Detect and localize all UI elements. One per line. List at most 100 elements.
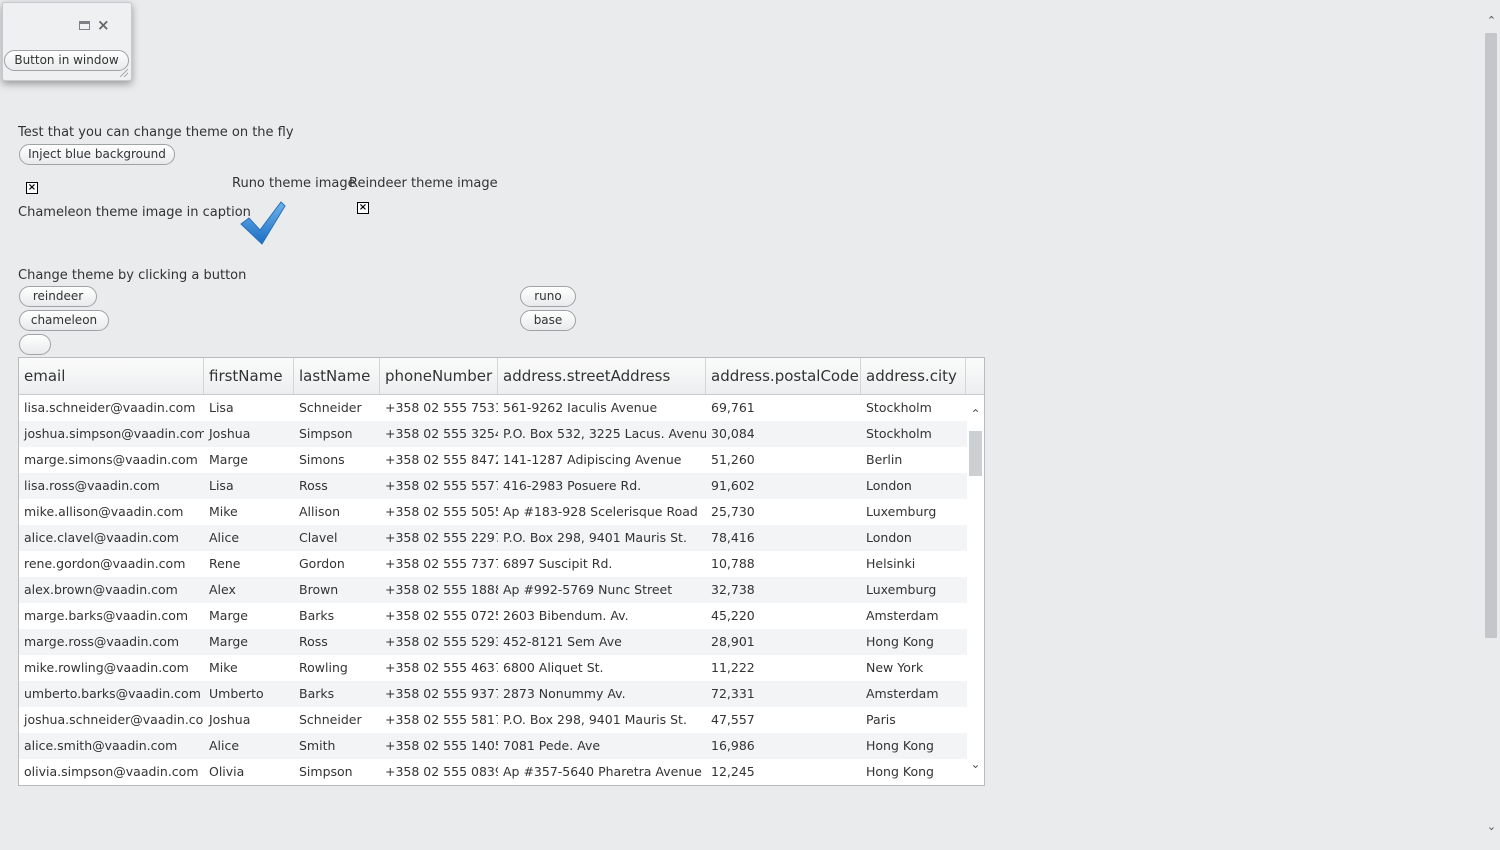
table-row[interactable]: joshua.schneider@vaadin.com Joshua Schneid…: [19, 707, 967, 733]
table-row[interactable]: umberto.barks@vaadin.com Umberto Barks +358…: [19, 681, 967, 707]
table-cell: Gordon: [299, 556, 345, 571]
table-cell: +358 02 555 7377: [385, 556, 498, 571]
column-header[interactable]: address.streetAddress: [498, 358, 706, 394]
table-body: lisa.schneider@vaadin.com Lisa Schneider +3…: [19, 395, 967, 785]
base-theme-button[interactable]: base: [520, 310, 576, 331]
reindeer-theme-button[interactable]: reindeer: [19, 286, 97, 307]
column-header[interactable]: firstName: [204, 358, 294, 394]
table-cell: alice.smith@vaadin.com: [24, 738, 178, 753]
table-cell: Clavel: [299, 530, 338, 545]
table-cell: Marge: [209, 634, 248, 649]
table-cell: Marge: [209, 452, 248, 467]
maximize-icon[interactable]: [79, 21, 90, 30]
table-cell: Alice: [209, 530, 240, 545]
table-cell: Alex: [209, 582, 236, 597]
column-header[interactable]: address.postalCode: [706, 358, 861, 394]
table-cell: Hong Kong: [866, 634, 934, 649]
reindeer-image-caption: Reindeer theme image: [349, 176, 498, 191]
table-row[interactable]: alice.clavel@vaadin.com Alice Clavel +358 0…: [19, 525, 967, 551]
table-cell: 10,788: [711, 556, 755, 571]
table-cell: +358 02 555 7531: [385, 400, 498, 415]
table-row[interactable]: marge.barks@vaadin.com Marge Barks +358 02 …: [19, 603, 967, 629]
table-cell: Allison: [299, 504, 341, 519]
table-cell: umberto.barks@vaadin.com: [24, 686, 201, 701]
inject-blue-background-button[interactable]: Inject blue background: [19, 144, 175, 165]
page-scrollbar-thumb[interactable]: [1485, 33, 1497, 638]
column-header[interactable]: email: [19, 358, 204, 394]
table-cell: 6897 Suscipit Rd.: [503, 556, 613, 571]
table-cell: 51,260: [711, 452, 755, 467]
table-cell: Barks: [299, 686, 335, 701]
close-icon[interactable]: ×: [97, 18, 110, 33]
table-cell: P.O. Box 298, 9401 Mauris St.: [503, 530, 687, 545]
table-cell: 561-9262 Iaculis Avenue: [503, 400, 658, 415]
page-scroll-down-icon[interactable]: ⌄: [1485, 820, 1498, 834]
change-theme-heading: Change theme by clicking a button: [18, 268, 247, 283]
table-cell: +358 02 555 2297: [385, 530, 498, 545]
table-cell: 25,730: [711, 504, 755, 519]
table-cell: joshua.schneider@vaadin.com: [24, 712, 204, 727]
scroll-down-icon[interactable]: ⌄: [969, 757, 982, 771]
table-cell: 28,901: [711, 634, 755, 649]
table-cell: Lisa: [209, 400, 234, 415]
table-cell: marge.barks@vaadin.com: [24, 608, 189, 623]
sub-window[interactable]: × Button in window: [2, 2, 132, 81]
table-row[interactable]: marge.simons@vaadin.com Marge Simons +358 0…: [19, 447, 967, 473]
table-row[interactable]: olivia.simpson@vaadin.com Olivia Simpson +3…: [19, 759, 967, 785]
table-cell: Brown: [299, 582, 339, 597]
page-scroll-up-icon[interactable]: ⌃: [1485, 14, 1498, 28]
table-cell: 91,602: [711, 478, 755, 493]
table-cell: P.O. Box 298, 9401 Mauris St.: [503, 712, 687, 727]
table-cell: Marge: [209, 608, 248, 623]
table-row[interactable]: joshua.simpson@vaadin.com Joshua Simpson +3…: [19, 421, 967, 447]
table-cell: Mike: [209, 660, 238, 675]
column-header[interactable]: phoneNumber: [380, 358, 498, 394]
table-cell: Rene: [209, 556, 241, 571]
table-cell: 47,557: [711, 712, 755, 727]
page-scrollbar[interactable]: ⌃ ⌄: [1483, 0, 1500, 850]
checkmark-icon: [240, 201, 286, 245]
table-row[interactable]: mike.rowling@vaadin.com Mike Rowling +358 0…: [19, 655, 967, 681]
person-table[interactable]: email firstName lastName phoneNumber address…: [18, 357, 985, 786]
table-scrollbar[interactable]: ⌃ ⌄: [967, 395, 984, 785]
table-cell: +358 02 555 0839: [385, 764, 498, 779]
table-cell: 452-8121 Sem Ave: [503, 634, 622, 649]
chameleon-theme-button[interactable]: chameleon: [19, 310, 109, 331]
table-cell: Luxemburg: [866, 504, 937, 519]
column-header[interactable]: lastName: [294, 358, 380, 394]
table-cell: 12,245: [711, 764, 755, 779]
table-cell: mike.allison@vaadin.com: [24, 504, 184, 519]
table-cell: Stockholm: [866, 426, 932, 441]
table-cell: 45,220: [711, 608, 755, 623]
resize-handle-icon[interactable]: [120, 69, 128, 77]
column-header[interactable]: address.city: [861, 358, 966, 394]
table-row[interactable]: alex.brown@vaadin.com Alex Brown +358 02 55…: [19, 577, 967, 603]
table-cell: Hong Kong: [866, 764, 934, 779]
scroll-up-icon[interactable]: ⌃: [969, 407, 982, 421]
table-row[interactable]: lisa.schneider@vaadin.com Lisa Schneider +3…: [19, 395, 967, 421]
table-cell: Rowling: [299, 660, 348, 675]
table-cell: lisa.ross@vaadin.com: [24, 478, 160, 493]
table-cell: Joshua: [209, 426, 251, 441]
table-cell: 7081 Pede. Ave: [503, 738, 601, 753]
table-row[interactable]: lisa.ross@vaadin.com Lisa Ross +358 02 555 …: [19, 473, 967, 499]
table-cell: +358 02 555 8472: [385, 452, 498, 467]
table-cell: rene.gordon@vaadin.com: [24, 556, 186, 571]
table-cell: Ap #992-5769 Nunc Street: [503, 582, 673, 597]
table-cell: Stockholm: [866, 400, 932, 415]
table-cell: Ross: [299, 478, 328, 493]
runo-theme-button[interactable]: runo: [520, 286, 576, 307]
empty-theme-button[interactable]: [19, 334, 51, 355]
table-row[interactable]: mike.allison@vaadin.com Mike Allison +358 0…: [19, 499, 967, 525]
table-cell: Joshua: [209, 712, 251, 727]
table-row[interactable]: alice.smith@vaadin.com Alice Smith +358 02 …: [19, 733, 967, 759]
table-cell: alice.clavel@vaadin.com: [24, 530, 179, 545]
table-cell: 11,222: [711, 660, 755, 675]
table-cell: +358 02 555 9377: [385, 686, 498, 701]
table-cell: Schneider: [299, 400, 362, 415]
table-cell: Helsinki: [866, 556, 916, 571]
table-row[interactable]: rene.gordon@vaadin.com Rene Gordon +358 02 …: [19, 551, 967, 577]
button-in-window[interactable]: Button in window: [4, 50, 129, 71]
table-scrollbar-thumb[interactable]: [969, 431, 982, 476]
table-row[interactable]: marge.ross@vaadin.com Marge Ross +358 02 55…: [19, 629, 967, 655]
